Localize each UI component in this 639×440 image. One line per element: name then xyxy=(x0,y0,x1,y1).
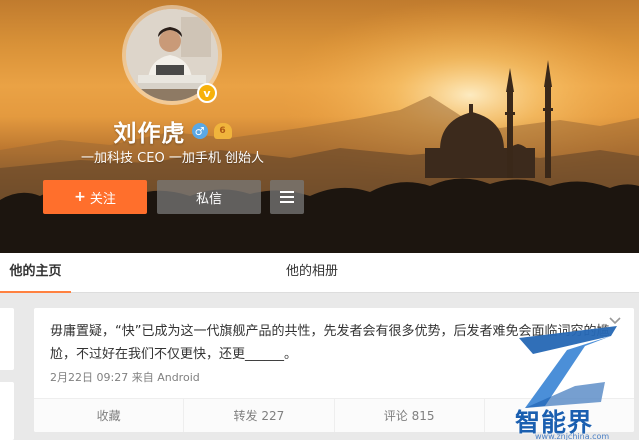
message-label: 私信 xyxy=(195,191,222,207)
repost-label: 转发 227 xyxy=(233,409,285,423)
plus-icon: + xyxy=(74,189,86,205)
watermark-z-icon xyxy=(519,326,617,408)
watermark-url: www.znjchina.com xyxy=(535,432,610,440)
follow-label: 关注 xyxy=(89,191,116,207)
menu-icon-bar xyxy=(280,191,294,193)
tab-home[interactable]: 他的主页 xyxy=(0,253,71,293)
post-source: 来自 Android xyxy=(131,371,200,384)
profile-bio: 一加科技 CEO 一加手机 创始人 xyxy=(81,151,264,166)
message-button[interactable]: 私信 xyxy=(157,180,261,214)
more-menu-button[interactable] xyxy=(270,180,304,214)
profile-tab-bar: 他的主页 他的相册 xyxy=(0,253,639,293)
favorite-button[interactable]: 收藏 xyxy=(34,399,185,432)
profile-cover: v 刘作虎 ♂ 6 一加科技 CEO 一加手机 创始人 + 关注 私信 xyxy=(0,0,639,253)
follow-button[interactable]: + 关注 xyxy=(43,180,147,214)
menu-icon-bar xyxy=(280,201,294,203)
verified-badge-icon: v xyxy=(197,83,217,103)
profile-name: 刘作虎 xyxy=(113,121,186,147)
favorite-label: 收藏 xyxy=(96,409,121,423)
profile-name-row: 刘作虎 ♂ 6 xyxy=(0,114,345,148)
male-icon: ♂ xyxy=(191,123,208,139)
watermark-logo: 智能界 www.znjchina.com xyxy=(505,316,635,440)
post-meta: 2月22日 09:27 来自 Android xyxy=(50,369,200,385)
comment-label: 评论 815 xyxy=(383,409,435,423)
comment-button[interactable]: 评论 815 xyxy=(335,399,485,432)
vip-badge-icon[interactable]: 6 xyxy=(213,123,232,139)
post-time[interactable]: 2月22日 09:27 xyxy=(50,371,128,384)
tab-album[interactable]: 他的相册 xyxy=(284,253,340,293)
menu-icon-bar xyxy=(280,196,294,198)
sidebar-card-edge xyxy=(0,308,14,370)
repost-button[interactable]: 转发 227 xyxy=(184,399,335,432)
sidebar-card-edge xyxy=(0,382,14,440)
